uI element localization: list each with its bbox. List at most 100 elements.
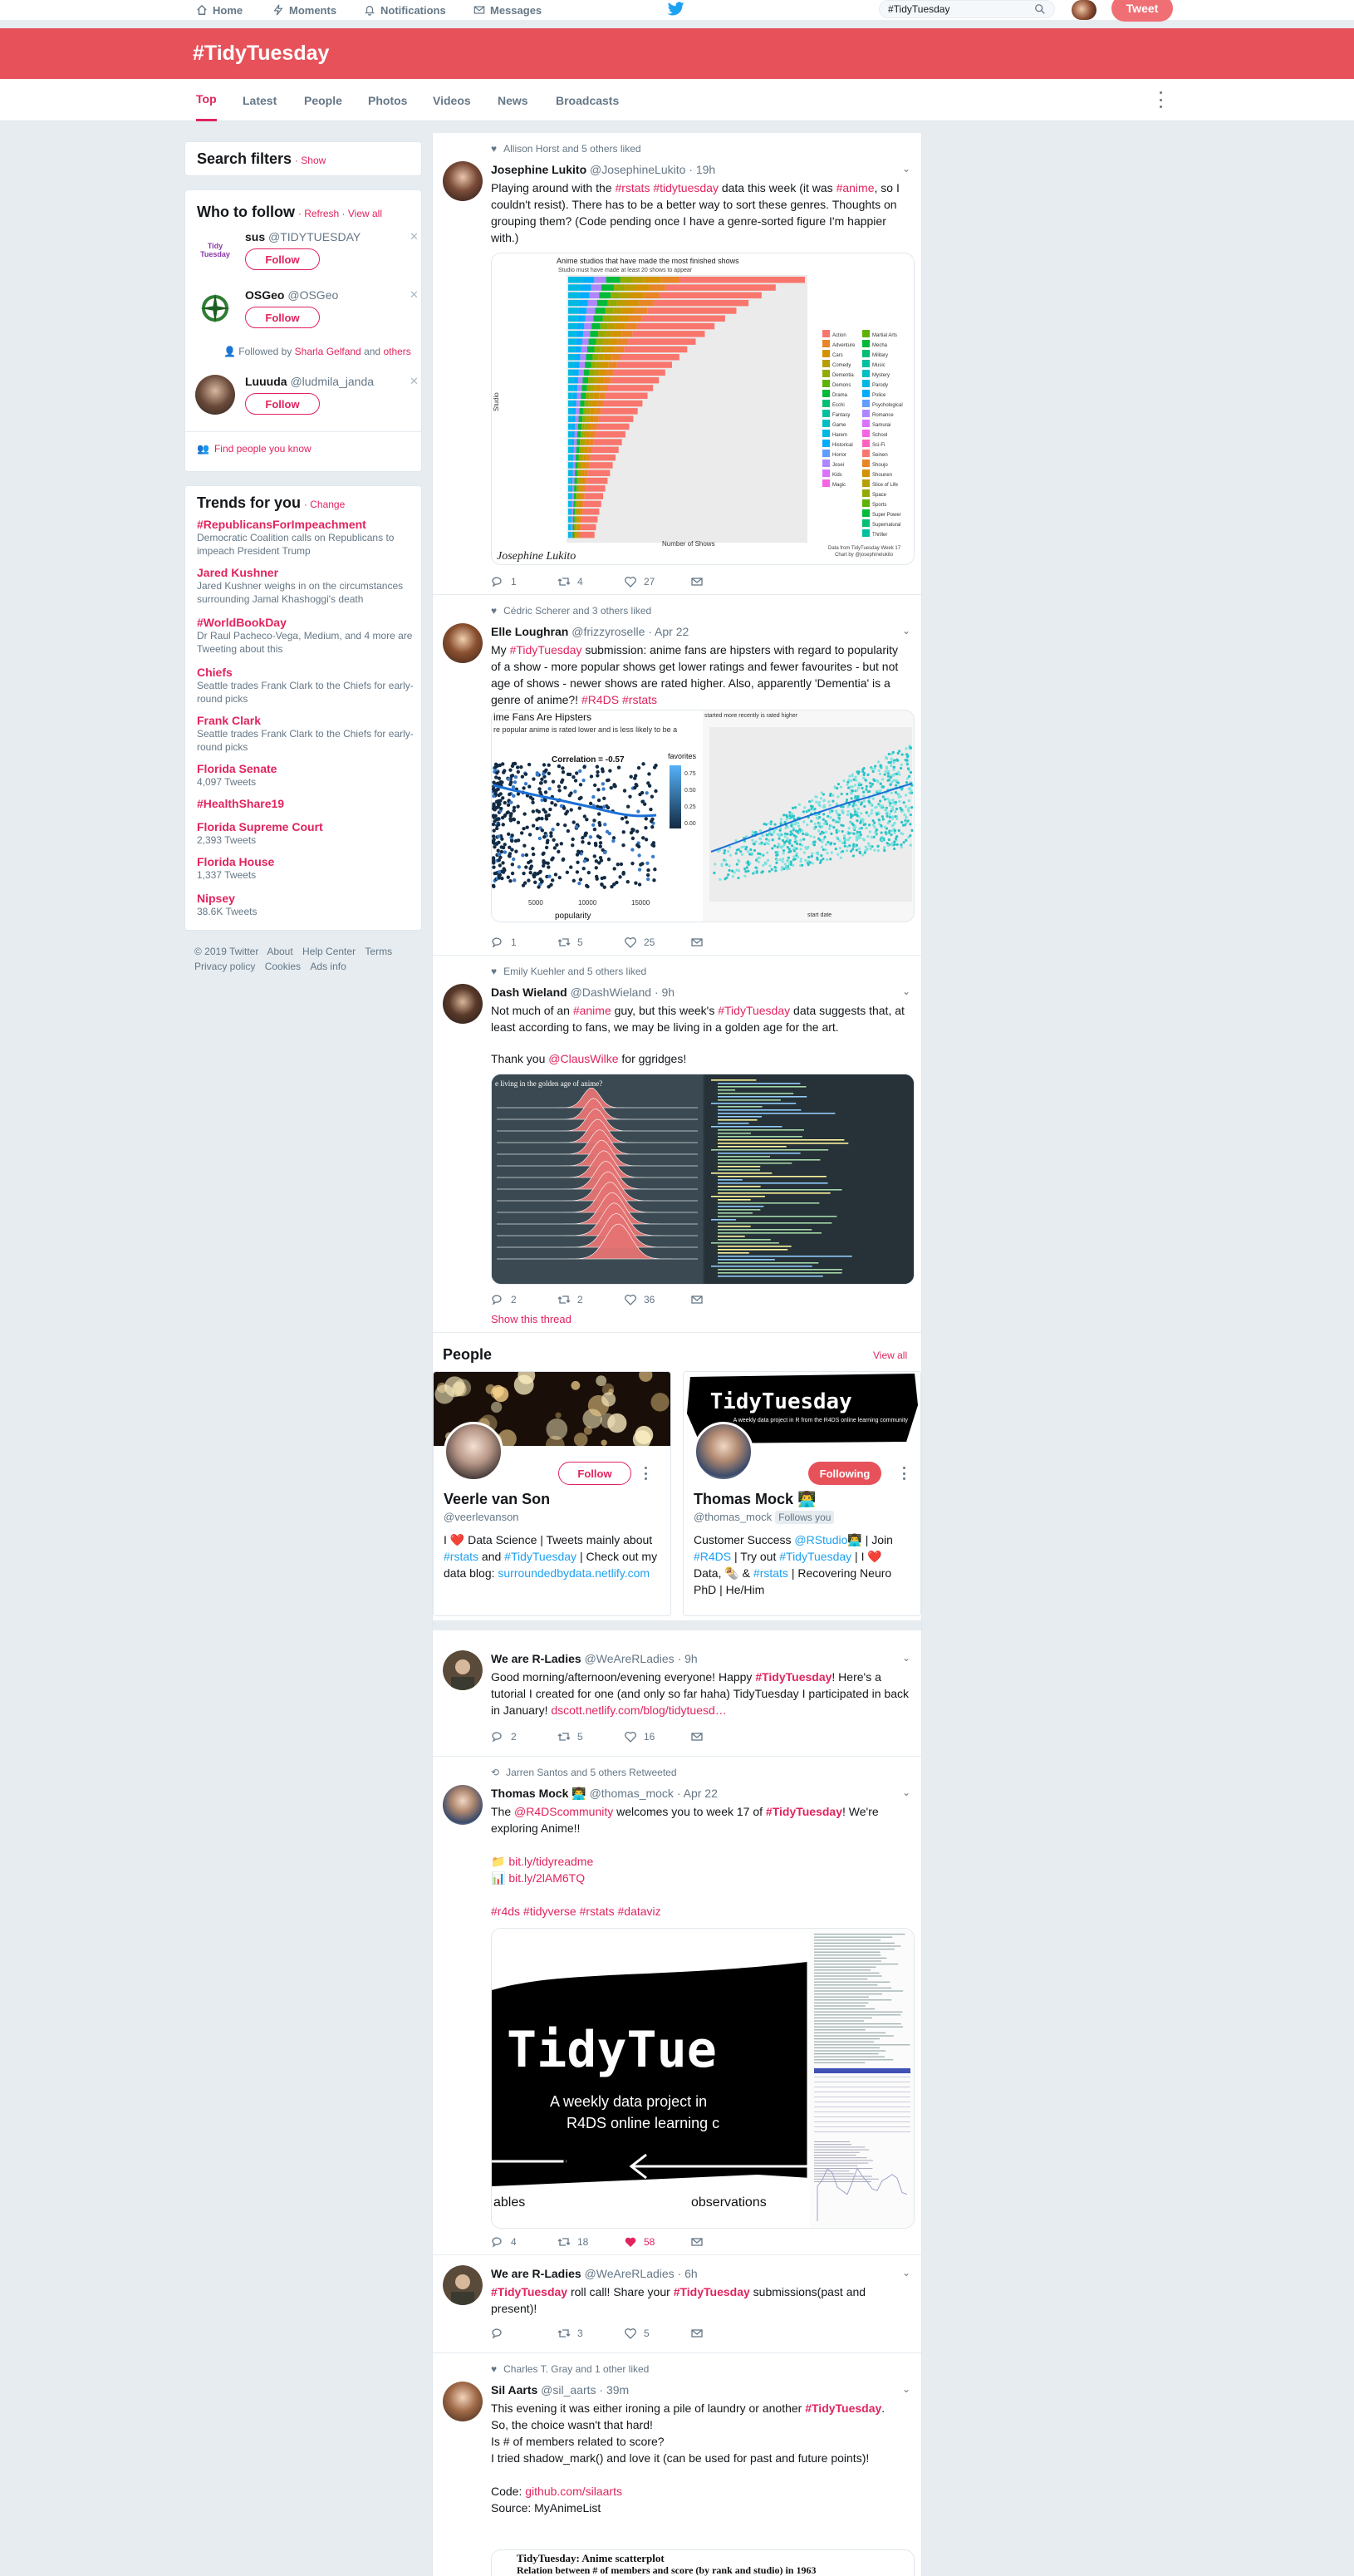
tweet-avatar[interactable] — [443, 984, 483, 1024]
retweet-button[interactable]: 4 — [557, 575, 624, 588]
tweet[interactable]: ♥ Charles T. Gray and 1 other liked Sil A… — [433, 2353, 921, 2576]
show-thread-link[interactable]: Show this thread — [491, 1313, 572, 1325]
chevron-down-icon[interactable]: ⌄ — [902, 625, 910, 637]
more-options-icon[interactable] — [643, 1467, 648, 1480]
reply-button[interactable]: 1 — [491, 575, 557, 588]
tweet-author[interactable]: Thomas Mock 👨‍💻 @thomas_mock · Apr 22 — [491, 1787, 718, 1801]
more-options-icon[interactable] — [1158, 91, 1163, 108]
trend-item[interactable]: Florida Supreme Court 2,393 Tweets — [197, 820, 421, 847]
tweet[interactable]: ♥ Cédric Scherer and 3 others liked Elle … — [433, 595, 921, 956]
user-avatar[interactable] — [444, 1422, 503, 1482]
tweet-avatar[interactable] — [443, 161, 483, 201]
trend-item[interactable]: Florida House 1,337 Tweets — [197, 855, 421, 882]
tweet-image-grid[interactable]: ime Fans Are Hipsters re popular anime i… — [491, 710, 915, 922]
user-avatar[interactable] — [694, 1422, 753, 1482]
retweet-button[interactable]: 2 — [557, 1293, 624, 1306]
search-icon[interactable] — [1034, 3, 1046, 15]
nav-messages[interactable]: Messages — [473, 0, 542, 20]
retweet-button[interactable]: 18 — [557, 2235, 624, 2249]
tweet-avatar[interactable] — [443, 623, 483, 663]
chevron-down-icon[interactable]: ⌄ — [902, 986, 910, 997]
twitter-bird-icon[interactable] — [667, 2, 685, 17]
tab-people[interactable]: People — [304, 79, 342, 121]
more-options-icon[interactable] — [901, 1467, 906, 1480]
chevron-down-icon[interactable]: ⌄ — [902, 1652, 910, 1664]
search-filters-show-link[interactable]: · Show — [295, 155, 326, 166]
tweet-avatar[interactable] — [443, 1650, 483, 1690]
dm-button[interactable] — [690, 1293, 757, 1306]
follow-button[interactable]: Follow — [245, 248, 320, 270]
trends-change-link[interactable]: · Change — [304, 499, 345, 510]
like-button[interactable]: 5 — [624, 2327, 690, 2340]
like-button[interactable]: 36 — [624, 1293, 690, 1306]
user-name[interactable]: Thomas Mock 👨‍💻 — [694, 1491, 816, 1508]
tweet[interactable]: ⟲ Jarren Santos and 5 others Retweeted Th… — [433, 1757, 921, 2255]
tweet-avatar[interactable] — [443, 1785, 483, 1825]
nav-home[interactable]: Home — [196, 0, 243, 20]
trend-item[interactable]: #RepublicansForImpeachment Democratic Coa… — [197, 518, 421, 558]
refresh-view-all-link[interactable]: · Refresh · View all — [298, 208, 382, 219]
tweet-author[interactable]: We are R-Ladies @WeAreRLadies · 6h — [491, 2267, 698, 2280]
chevron-down-icon[interactable]: ⌄ — [902, 2383, 910, 2395]
reply-button[interactable]: 4 — [491, 2235, 557, 2249]
tweet-avatar[interactable] — [443, 2382, 483, 2421]
user-avatar[interactable] — [1072, 0, 1096, 20]
tweet-author[interactable]: We are R-Ladies @WeAreRLadies · 9h — [491, 1652, 698, 1665]
footer-ads-info[interactable]: Ads info — [310, 961, 346, 972]
trend-item[interactable]: Nipsey 38.6K Tweets — [197, 892, 421, 918]
find-people-link[interactable]: 👥 Find people you know — [197, 443, 312, 455]
tweet-avatar[interactable] — [443, 2265, 483, 2305]
tweet[interactable]: We are R-Ladies @WeAreRLadies · 6h ⌄ #Ti… — [433, 2255, 921, 2353]
dismiss-icon[interactable]: ✕ — [410, 288, 419, 302]
suggested-user-avatar[interactable] — [195, 375, 235, 415]
trend-item[interactable]: #WorldBookDay Dr Raul Pacheco-Vega, Mediu… — [197, 616, 421, 656]
tweet-image-grid[interactable]: e living in the golden age of anime? — [491, 1074, 915, 1285]
user-card[interactable]: TidyTuesday A weekly data project in R f… — [683, 1371, 921, 1616]
footer-cookies[interactable]: Cookies — [265, 961, 301, 972]
dm-button[interactable] — [690, 2235, 757, 2249]
like-button[interactable]: 16 — [624, 1730, 690, 1743]
tweet[interactable]: We are R-Ladies @WeAreRLadies · 9h ⌄ Goo… — [433, 1640, 921, 1757]
suggested-user-avatar[interactable] — [195, 288, 235, 328]
tab-news[interactable]: News — [498, 79, 528, 121]
nav-notifications[interactable]: Notifications — [364, 0, 446, 20]
tweet[interactable]: ♥ Emily Kuehler and 5 others liked Dash W… — [433, 956, 921, 1333]
like-button[interactable]: 27 — [624, 575, 690, 588]
tab-photos[interactable]: Photos — [368, 79, 407, 121]
follow-button[interactable]: Follow — [558, 1462, 631, 1485]
dismiss-icon[interactable]: ✕ — [410, 230, 419, 243]
chevron-down-icon[interactable]: ⌄ — [902, 163, 910, 175]
user-name[interactable]: Veerle van Son — [444, 1491, 550, 1508]
tweet-image-grid[interactable]: TidyTue A weekly data project in R4DS on… — [491, 1928, 915, 2229]
suggested-user-name[interactable]: OSGeo @OSGeo — [245, 288, 338, 302]
search-input[interactable] — [879, 0, 1055, 18]
footer-about[interactable]: About — [267, 946, 292, 957]
footer-help-center[interactable]: Help Center — [302, 946, 356, 957]
tweet-image[interactable]: TidyTuesday: Anime scatterplot Relation … — [491, 2549, 915, 2576]
nav-moments[interactable]: Moments — [272, 0, 336, 20]
tab-broadcasts[interactable]: Broadcasts — [556, 79, 619, 121]
chevron-down-icon[interactable]: ⌄ — [902, 1787, 910, 1798]
trend-item[interactable]: #HealthShare19 — [197, 797, 421, 810]
tweet-button[interactable]: Tweet — [1111, 0, 1173, 22]
tab-latest[interactable]: Latest — [243, 79, 277, 121]
tweet-author[interactable]: Elle Loughran @frizzyroselle · Apr 22 — [491, 625, 689, 638]
dm-button[interactable] — [690, 575, 757, 588]
like-button[interactable]: 25 — [624, 936, 690, 949]
tweet-image[interactable]: Anime studios that have made the most fi… — [491, 253, 915, 565]
reply-button[interactable]: 2 — [491, 1730, 557, 1743]
follow-button[interactable]: Follow — [245, 393, 320, 415]
trend-item[interactable]: Florida Senate 4,097 Tweets — [197, 762, 421, 789]
tweet[interactable]: ♥ Allison Horst and 5 others liked Joseph… — [433, 133, 921, 595]
like-button[interactable]: 58 — [624, 2235, 690, 2249]
tab-top[interactable]: Top — [196, 79, 217, 121]
footer-terms[interactable]: Terms — [365, 946, 392, 957]
trend-item[interactable]: Chiefs Seattle trades Frank Clark to the … — [197, 666, 421, 705]
trend-item[interactable]: Jared Kushner Jared Kushner weighs in on … — [197, 566, 421, 606]
reply-button[interactable] — [491, 2327, 557, 2340]
suggested-user-avatar[interactable]: Tidy Tuesday — [195, 230, 235, 270]
retweet-button[interactable]: 5 — [557, 1730, 624, 1743]
chevron-down-icon[interactable]: ⌄ — [902, 2267, 910, 2279]
suggested-user-name[interactable]: Luuuda @ludmila_janda — [245, 375, 374, 388]
people-view-all-link[interactable]: View all — [873, 1349, 907, 1361]
